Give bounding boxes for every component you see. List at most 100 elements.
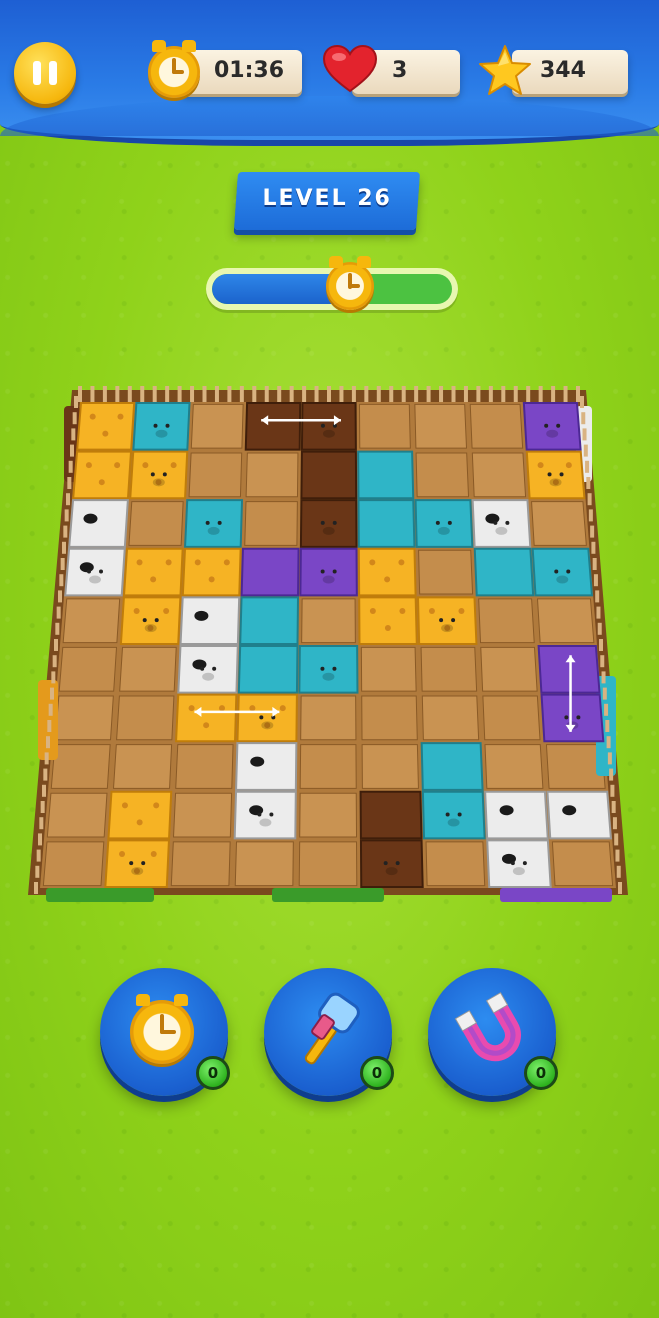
board-cell <box>480 646 538 692</box>
animal-eye <box>257 812 262 817</box>
fence-post <box>597 622 602 635</box>
board-cell <box>299 792 358 838</box>
fence-post <box>538 386 543 402</box>
fence-post <box>38 833 42 846</box>
animal-piece-bear[interactable] <box>299 450 358 548</box>
lives-value: 3 <box>392 58 408 83</box>
piece-cell <box>357 450 415 500</box>
fence-post <box>71 428 76 441</box>
clock-ear-right <box>182 40 196 52</box>
fence-post <box>580 396 584 408</box>
piece-cell <box>300 450 358 500</box>
animal-piece-cow[interactable] <box>177 596 241 694</box>
clock-hand-minute <box>160 1030 176 1034</box>
piece-cell <box>471 499 532 548</box>
fence-post <box>34 882 38 894</box>
board-cell <box>119 646 177 692</box>
cow-spot <box>83 513 98 524</box>
fence-post <box>615 849 620 862</box>
fence-post <box>36 849 41 862</box>
fence-post <box>463 386 468 402</box>
animal-eye <box>447 520 452 525</box>
fence-post <box>60 558 65 570</box>
board-cell <box>414 403 468 449</box>
board-cell <box>58 646 118 692</box>
animal-piece-hippo[interactable] <box>132 401 191 451</box>
fence-post <box>339 386 344 402</box>
animal-piece-hippo[interactable] <box>420 742 486 840</box>
fence-post <box>351 386 356 402</box>
piece-cell <box>357 499 416 548</box>
cow-spot <box>499 805 514 816</box>
piece-cell <box>122 547 184 597</box>
fence-post <box>68 460 73 473</box>
animal-piece-hippo[interactable] <box>473 547 594 597</box>
giraffe-spot <box>203 722 210 729</box>
fence-post <box>102 386 107 402</box>
animal-piece-bear[interactable] <box>359 790 424 889</box>
animal-piece-cow[interactable] <box>471 499 532 548</box>
board-cell <box>469 403 524 449</box>
animal-piece-rhino[interactable] <box>537 644 605 743</box>
fence-post <box>50 687 54 700</box>
fence-post <box>43 768 48 781</box>
booster-time-freeze-button[interactable]: 0 <box>100 968 230 1096</box>
board-cell <box>298 841 358 887</box>
piece-cell <box>129 450 189 500</box>
animal-eye <box>129 861 134 866</box>
board-cell <box>425 841 486 887</box>
board-cell <box>361 744 419 789</box>
piece-cell <box>181 547 242 597</box>
piece-cell <box>359 839 424 889</box>
animal-snout <box>447 818 460 827</box>
animal-piece-rhino[interactable] <box>522 401 582 451</box>
fence-post <box>451 386 456 402</box>
giraffe-spot <box>369 607 376 614</box>
fence-post <box>618 882 622 894</box>
giraffe-spot <box>398 559 405 566</box>
animal-eye <box>320 423 325 428</box>
animal-snout <box>322 575 335 584</box>
board-cell <box>116 695 175 741</box>
animal-piece-cow[interactable] <box>233 742 298 840</box>
board-cell <box>418 549 474 595</box>
fence-post <box>90 386 95 402</box>
fence-post <box>327 386 331 402</box>
animal-snout <box>556 575 569 584</box>
fence-post <box>600 655 605 668</box>
animal-piece-giraffe[interactable] <box>104 790 173 889</box>
giraffe-spot <box>208 576 215 583</box>
booster-magnet-button[interactable]: 0 <box>428 968 558 1096</box>
board-cell <box>234 841 294 887</box>
piece-cell <box>537 644 601 694</box>
fence-post <box>513 386 518 402</box>
animal-eye <box>510 861 515 866</box>
animal-eye <box>99 569 104 574</box>
giraffe-spot <box>133 607 140 614</box>
pause-button[interactable] <box>14 42 76 104</box>
animal-snout <box>131 867 144 876</box>
exit-gate-purple <box>500 888 612 902</box>
animal-eye <box>320 569 325 574</box>
animal-piece-giraffe[interactable] <box>525 450 586 500</box>
board-cell <box>531 501 587 546</box>
fence-post <box>587 493 592 506</box>
giraffe-spot <box>458 607 465 614</box>
giraffe-spot <box>384 624 391 631</box>
piece-cell <box>240 547 300 597</box>
board-cell <box>471 452 527 498</box>
animal-eye <box>556 423 561 428</box>
giraffe-spot <box>136 819 143 826</box>
animal-piece-giraffe[interactable] <box>119 596 182 646</box>
animal-piece-cow[interactable] <box>64 499 129 597</box>
piece-cell <box>357 547 417 597</box>
giraffe-spot <box>369 559 376 566</box>
piece-cell <box>76 401 136 451</box>
pause-icon-bar-left <box>33 61 41 85</box>
fence-post <box>439 386 444 402</box>
giraffe-spot <box>218 705 225 712</box>
booster-hammer-button[interactable]: 0 <box>264 968 394 1096</box>
piece-cell <box>184 499 244 548</box>
animal-snout <box>441 624 454 633</box>
animal-piece-hippo[interactable] <box>184 499 244 548</box>
